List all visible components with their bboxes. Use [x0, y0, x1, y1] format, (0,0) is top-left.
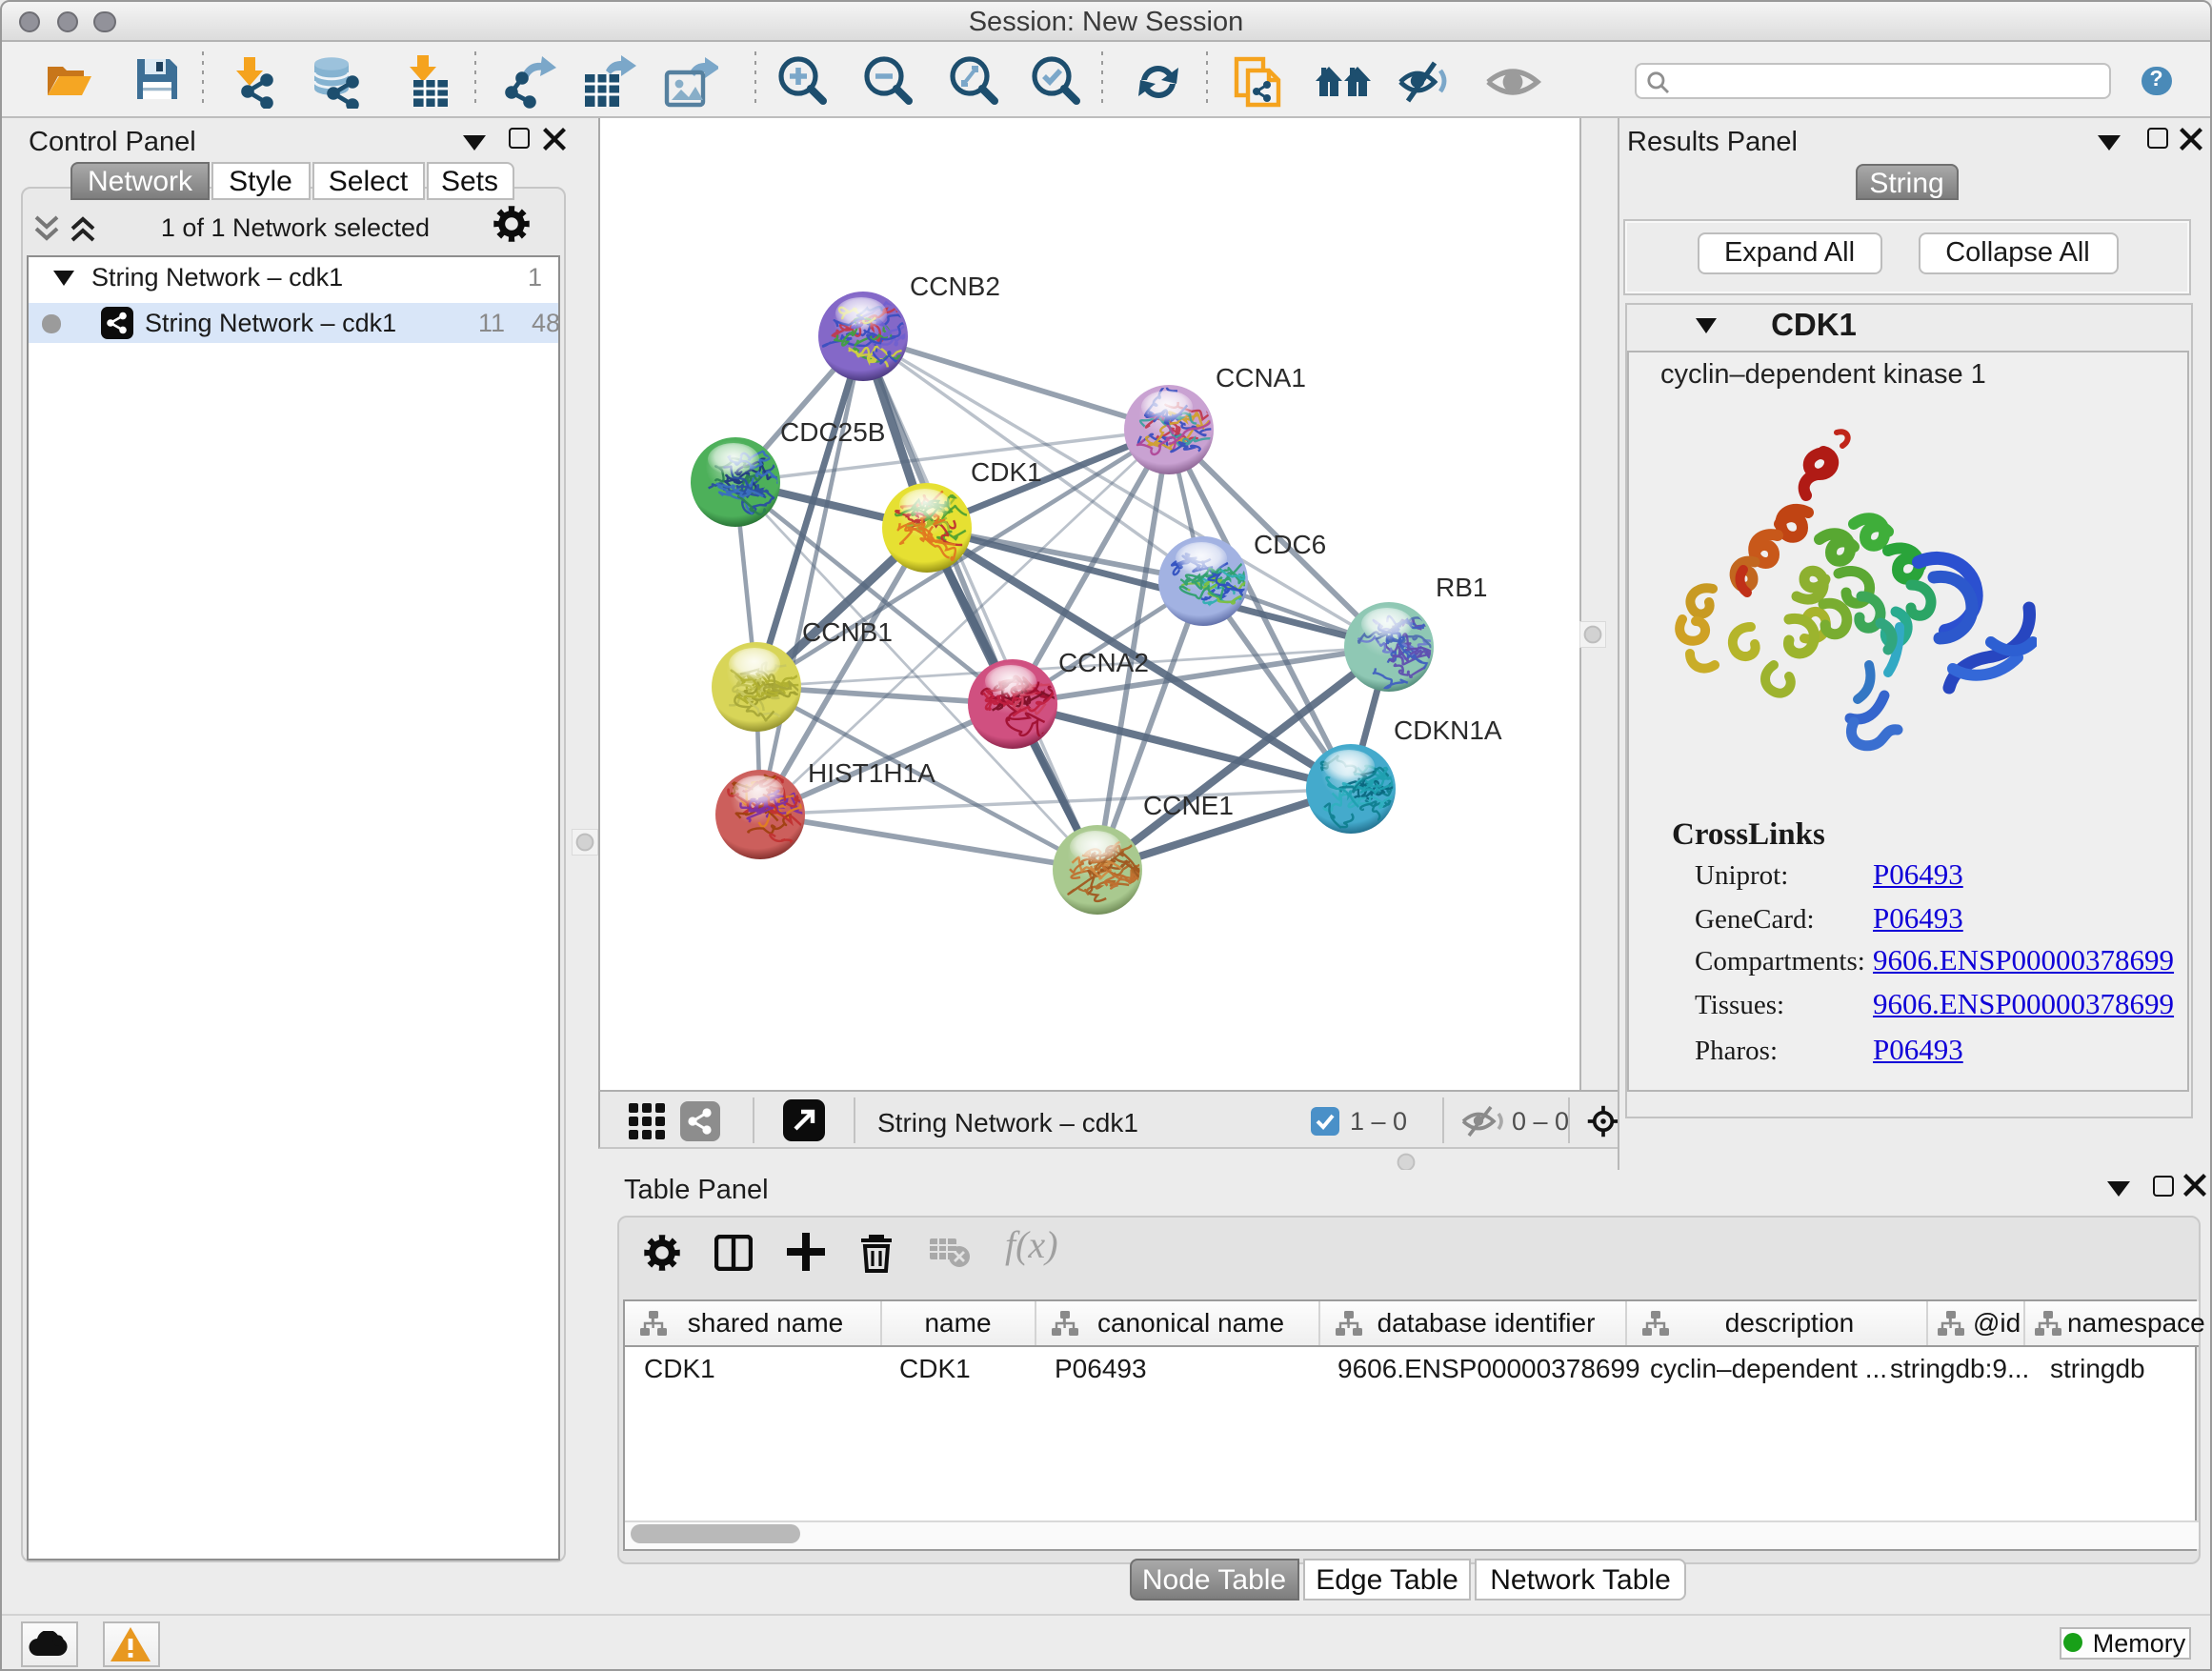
svg-text:CDC6: CDC6 [1253, 529, 1325, 558]
svg-text:CDKN1A: CDKN1A [1393, 715, 1501, 744]
svg-text:CCNE1: CCNE1 [1142, 790, 1233, 819]
svg-text:HIST1H1A: HIST1H1A [807, 757, 935, 787]
svg-text:CCNB1: CCNB1 [801, 616, 892, 646]
svg-text:CDC25B: CDC25B [779, 416, 884, 446]
svg-text:CCNA2: CCNA2 [1057, 647, 1148, 676]
svg-text:CCNA1: CCNA1 [1215, 362, 1305, 392]
svg-text:RB1: RB1 [1435, 572, 1486, 601]
svg-text:CCNB2: CCNB2 [909, 271, 999, 300]
svg-text:CDK1: CDK1 [970, 456, 1041, 486]
